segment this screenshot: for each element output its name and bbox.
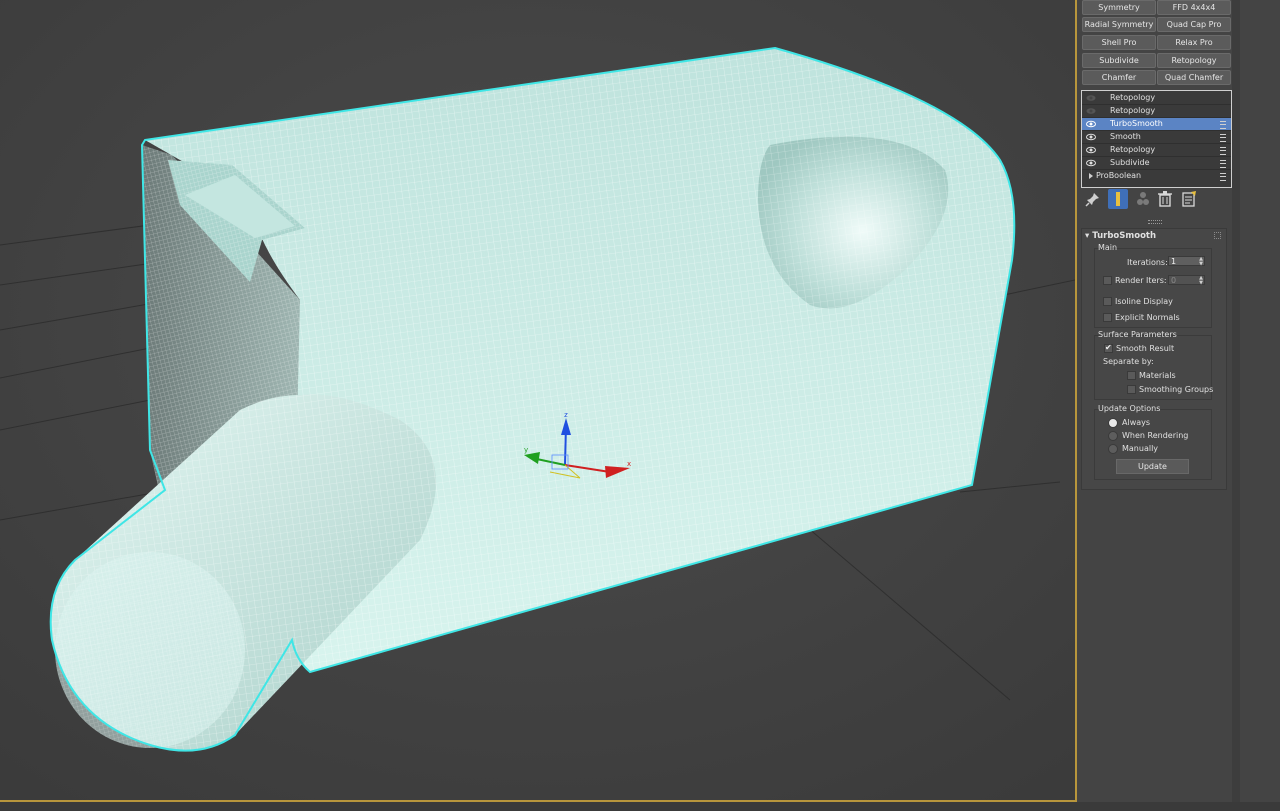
- always-radio[interactable]: [1108, 418, 1118, 428]
- panel-splitter-grip[interactable]: [1148, 220, 1162, 224]
- iterations-spinner[interactable]: 1 ▲ ▼: [1168, 256, 1205, 267]
- stack-item-label: TurboSmooth: [1110, 119, 1163, 128]
- perspective-viewport[interactable]: z y x: [0, 0, 1077, 802]
- stack-item-subdivide[interactable]: Subdivide: [1082, 157, 1231, 170]
- always-label: Always: [1122, 418, 1151, 427]
- smoothing-groups-label: Smoothing Groups: [1139, 385, 1214, 394]
- explicit-normals-label: Explicit Normals: [1115, 313, 1180, 322]
- ffd-4x4x4-button[interactable]: FFD 4x4x4: [1157, 0, 1231, 15]
- gizmo-y-label: y: [524, 446, 528, 454]
- smooth-result-label: Smooth Result: [1116, 344, 1175, 353]
- smoothing-groups-checkbox[interactable]: [1127, 385, 1136, 394]
- materials-checkbox[interactable]: [1127, 371, 1136, 380]
- eye-off-icon[interactable]: [1086, 107, 1096, 115]
- render-iters-label: Render Iters:: [1115, 276, 1167, 285]
- gizmo-x-label: x: [627, 460, 631, 468]
- smooth-result-checkbox[interactable]: [1104, 343, 1113, 353]
- render-iters-spinner[interactable]: 0 ▲ ▼: [1168, 275, 1205, 286]
- stack-item-turbosmooth[interactable]: TurboSmooth: [1082, 118, 1231, 131]
- explicit-normals-checkbox[interactable]: [1103, 313, 1112, 322]
- radial-symmetry-button[interactable]: Radial Symmetry: [1082, 17, 1156, 32]
- gizmo-z-label: z: [564, 411, 568, 419]
- stack-item-label: Retopology: [1110, 145, 1156, 154]
- manually-label: Manually: [1122, 444, 1159, 453]
- main-group-title: Main: [1098, 243, 1118, 252]
- modifier-config-icon[interactable]: [1220, 121, 1226, 129]
- update-button[interactable]: Update: [1116, 459, 1189, 474]
- stack-item-label: Retopology: [1110, 93, 1156, 102]
- stack-item-retopology-2[interactable]: Retopology: [1082, 105, 1231, 118]
- stack-item-retopology-3[interactable]: Retopology: [1082, 144, 1231, 157]
- configure-sets-icon[interactable]: [1180, 190, 1198, 208]
- isoline-display-checkbox[interactable]: [1103, 297, 1112, 306]
- eye-icon[interactable]: [1086, 133, 1096, 141]
- show-end-result-icon[interactable]: [1108, 189, 1128, 209]
- render-iters-value: 0: [1171, 276, 1177, 285]
- render-iters-checkbox[interactable]: [1103, 276, 1112, 285]
- separate-by-label: Separate by:: [1103, 357, 1154, 366]
- stack-item-label: ProBoolean: [1096, 171, 1142, 180]
- spinner-arrows-icon[interactable]: ▲ ▼: [1199, 276, 1203, 286]
- rollout-title-label: TurboSmooth: [1092, 231, 1157, 241]
- subdivide-button[interactable]: Subdivide: [1082, 53, 1156, 68]
- trash-icon[interactable]: [1156, 190, 1174, 208]
- stack-item-retopology-1[interactable]: Retopology: [1082, 92, 1231, 105]
- spinner-arrows-icon[interactable]: ▲ ▼: [1199, 257, 1203, 267]
- isoline-display-label: Isoline Display: [1115, 297, 1173, 306]
- when-rendering-radio[interactable]: [1108, 431, 1118, 441]
- quad-chamfer-button[interactable]: Quad Chamfer: [1157, 70, 1231, 85]
- stack-item-label: Retopology: [1110, 106, 1156, 115]
- iterations-label: Iterations:: [1127, 258, 1168, 267]
- eye-off-icon[interactable]: [1086, 94, 1096, 102]
- rollout-title[interactable]: ▾ TurboSmooth: [1085, 231, 1156, 241]
- modifier-config-icon[interactable]: [1220, 173, 1226, 181]
- modifier-stack[interactable]: Retopology Retopology TurboSmooth Smooth…: [1081, 90, 1232, 188]
- quad-cap-pro-button[interactable]: Quad Cap Pro: [1157, 17, 1231, 32]
- relax-pro-button[interactable]: Relax Pro: [1157, 35, 1231, 50]
- chamfer-button[interactable]: Chamfer: [1082, 70, 1156, 85]
- viewport-canvas[interactable]: z y x: [0, 0, 1075, 800]
- update-options-title: Update Options: [1098, 404, 1161, 413]
- retopology-button[interactable]: Retopology: [1157, 53, 1231, 68]
- stack-item-label: Smooth: [1110, 132, 1141, 141]
- expand-triangle-icon[interactable]: [1086, 172, 1096, 180]
- when-rendering-label: When Rendering: [1122, 431, 1189, 440]
- manually-radio[interactable]: [1108, 444, 1118, 454]
- stack-item-smooth[interactable]: Smooth: [1082, 131, 1231, 144]
- eye-icon[interactable]: [1086, 146, 1096, 154]
- symmetry-button[interactable]: Symmetry: [1082, 0, 1156, 15]
- eye-icon[interactable]: [1086, 120, 1096, 128]
- modifier-config-icon[interactable]: [1220, 160, 1226, 168]
- status-bar-strip: [0, 802, 1280, 811]
- iterations-value: 1: [1171, 257, 1177, 266]
- panel-scrollbar[interactable]: [1232, 0, 1240, 802]
- eye-icon[interactable]: [1086, 159, 1096, 167]
- rollout-close-icon[interactable]: [1214, 232, 1221, 239]
- modifier-config-icon[interactable]: [1220, 147, 1226, 155]
- modifier-config-icon[interactable]: [1220, 134, 1226, 142]
- make-unique-icon[interactable]: [1134, 190, 1152, 208]
- stack-item-proboolean[interactable]: ProBoolean: [1082, 170, 1231, 182]
- stack-item-label: Subdivide: [1110, 158, 1150, 167]
- materials-label: Materials: [1139, 371, 1176, 380]
- stack-toolbar: [1084, 189, 1204, 210]
- pin-icon[interactable]: [1084, 190, 1102, 208]
- shell-pro-button[interactable]: Shell Pro: [1082, 35, 1156, 50]
- surface-parameters-title: Surface Parameters: [1098, 330, 1177, 339]
